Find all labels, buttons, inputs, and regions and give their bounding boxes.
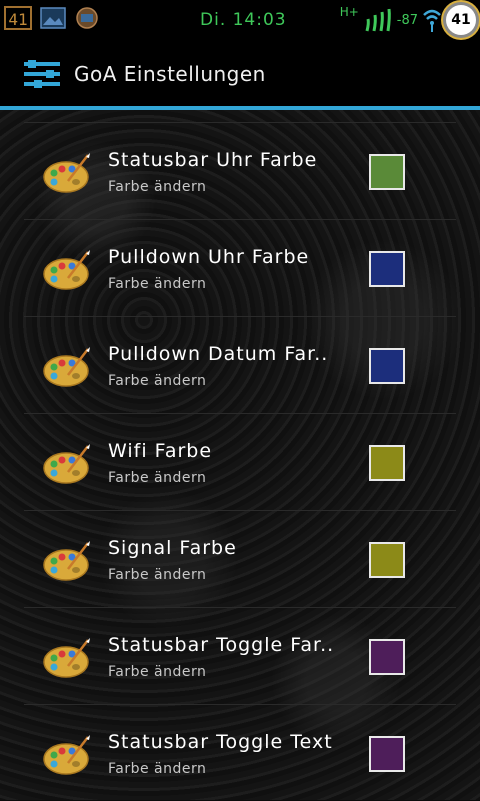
palette-icon bbox=[43, 541, 90, 581]
color-swatch[interactable] bbox=[369, 348, 405, 384]
settings-list: Statusbar Uhr Farbe Farbe ändern Pulldow… bbox=[0, 122, 480, 801]
network-type-label: H+ bbox=[339, 5, 359, 19]
color-swatch[interactable] bbox=[369, 542, 405, 578]
item-title: Wifi Farbe bbox=[108, 440, 213, 462]
action-bar: GoA Einstellungen bbox=[0, 40, 480, 110]
signal-dbm-label: -87 bbox=[396, 12, 418, 28]
page-title: GoA Einstellungen bbox=[74, 62, 266, 86]
palette-icon bbox=[43, 444, 90, 484]
battery-level-badge: 41 bbox=[446, 5, 476, 35]
item-title: Statusbar Toggle Text bbox=[108, 731, 333, 753]
item-subtitle: Farbe ändern bbox=[108, 373, 207, 389]
settings-list-item[interactable]: Pulldown Uhr Farbe Farbe ändern bbox=[24, 219, 456, 316]
gallery-icon bbox=[40, 7, 66, 29]
settings-list-item[interactable]: Statusbar Toggle Far.. Farbe ändern bbox=[24, 607, 456, 704]
item-title: Pulldown Uhr Farbe bbox=[108, 246, 310, 268]
status-time: Di. 14:03 bbox=[200, 10, 287, 30]
item-title: Statusbar Toggle Far.. bbox=[108, 634, 335, 656]
settings-list-item[interactable]: Statusbar Uhr Farbe Farbe ändern bbox=[24, 122, 456, 219]
palette-icon bbox=[43, 735, 90, 775]
app-notification-icon bbox=[76, 7, 98, 29]
settings-sliders-icon[interactable] bbox=[24, 60, 60, 88]
settings-list-item[interactable]: Signal Farbe Farbe ändern bbox=[24, 510, 456, 607]
notification-count-badge: 41 bbox=[4, 6, 32, 30]
color-swatch[interactable] bbox=[369, 736, 405, 772]
item-subtitle: Farbe ändern bbox=[108, 276, 207, 292]
item-subtitle: Farbe ändern bbox=[108, 664, 207, 680]
settings-list-item[interactable]: Pulldown Datum Far.. Farbe ändern bbox=[24, 316, 456, 413]
item-subtitle: Farbe ändern bbox=[108, 567, 207, 583]
signal-strength-icon bbox=[365, 8, 391, 32]
settings-list-item[interactable]: Statusbar Toggle Text Farbe ändern bbox=[24, 704, 456, 801]
color-swatch[interactable] bbox=[369, 639, 405, 675]
item-subtitle: Farbe ändern bbox=[108, 470, 207, 486]
status-bar: 41 Di. 14:03 H+ -87 41 bbox=[0, 0, 480, 40]
color-swatch[interactable] bbox=[369, 251, 405, 287]
item-title: Signal Farbe bbox=[108, 537, 237, 559]
item-subtitle: Farbe ändern bbox=[108, 179, 207, 195]
color-swatch[interactable] bbox=[369, 154, 405, 190]
palette-icon bbox=[43, 347, 90, 387]
wifi-icon bbox=[423, 9, 441, 32]
item-title: Pulldown Datum Far.. bbox=[108, 343, 329, 365]
settings-list-item[interactable]: Wifi Farbe Farbe ändern bbox=[24, 413, 456, 510]
color-swatch[interactable] bbox=[369, 445, 405, 481]
palette-icon bbox=[43, 638, 90, 678]
palette-icon bbox=[43, 153, 90, 193]
item-title: Statusbar Uhr Farbe bbox=[108, 149, 318, 171]
item-subtitle: Farbe ändern bbox=[108, 761, 207, 777]
palette-icon bbox=[43, 250, 90, 290]
